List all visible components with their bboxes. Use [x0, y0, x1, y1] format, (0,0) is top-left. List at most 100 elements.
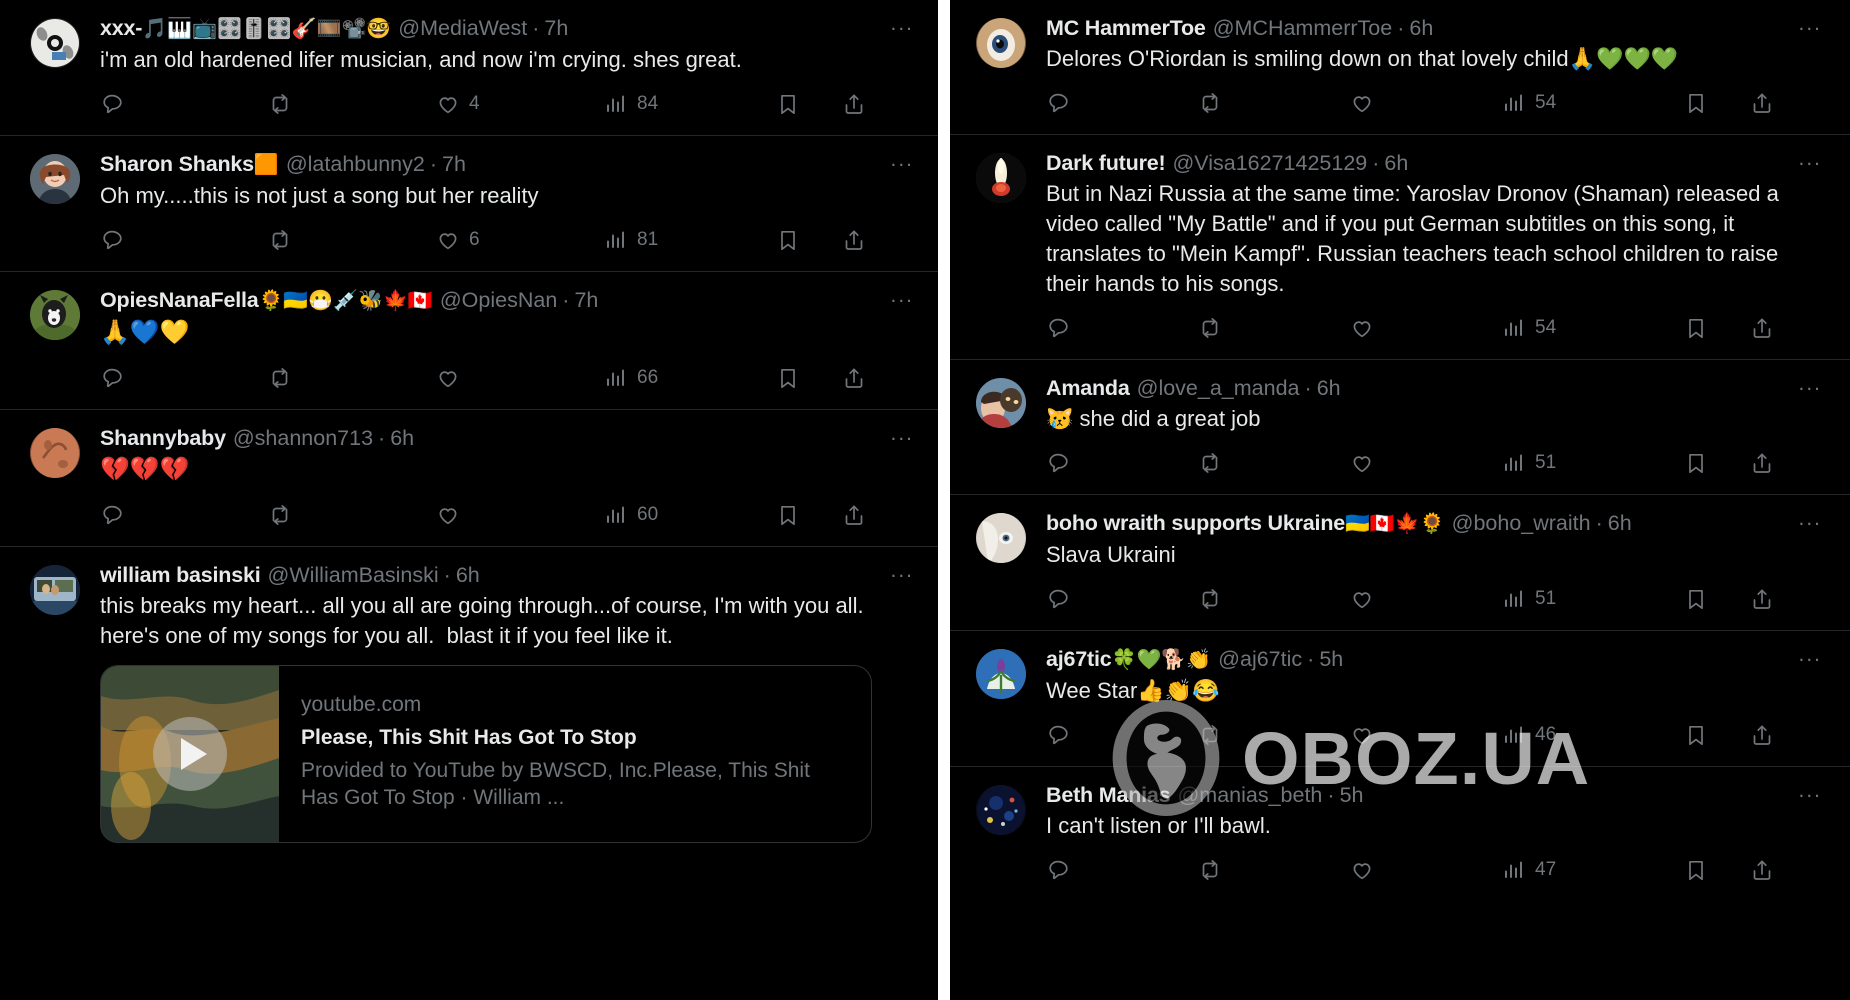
bookmark-button[interactable]: [776, 503, 800, 527]
avatar[interactable]: [976, 785, 1026, 835]
handle[interactable]: @MediaWest: [398, 14, 527, 42]
timestamp[interactable]: 7h: [442, 150, 466, 178]
bookmark-button[interactable]: [776, 92, 800, 116]
timestamp[interactable]: 6h: [1608, 509, 1632, 537]
reply-button[interactable]: [1046, 587, 1198, 611]
display-name[interactable]: boho wraith supports Ukraine: [1046, 509, 1345, 537]
share-button[interactable]: [1750, 587, 1774, 611]
handle[interactable]: @WilliamBasinski: [268, 561, 439, 589]
reply-button[interactable]: [100, 366, 268, 390]
display-name[interactable]: xxx-: [100, 14, 142, 42]
display-name[interactable]: MC HammerToe: [1046, 14, 1206, 42]
tweet[interactable]: MC HammerToe @MCHammerrToe · 6h Delores O'Ri…: [950, 0, 1850, 135]
handle[interactable]: @latahbunny2: [286, 150, 425, 178]
card-thumbnail[interactable]: [101, 666, 279, 842]
more-options-icon[interactable]: ...: [1798, 508, 1822, 529]
views-button[interactable]: 47: [1502, 858, 1684, 882]
views-button[interactable]: 46: [1502, 723, 1684, 747]
like-button[interactable]: [1350, 858, 1502, 882]
like-button[interactable]: 6: [436, 228, 604, 252]
link-preview-card[interactable]: youtube.com Please, This Shit Has Got To …: [100, 665, 872, 843]
retweet-button[interactable]: [268, 92, 436, 116]
views-button[interactable]: 51: [1502, 451, 1684, 475]
avatar[interactable]: [30, 290, 80, 340]
like-button[interactable]: 4: [436, 92, 604, 116]
reply-button[interactable]: [100, 92, 268, 116]
share-button[interactable]: [842, 503, 866, 527]
more-options-icon[interactable]: ...: [890, 423, 914, 444]
views-button[interactable]: 51: [1502, 587, 1684, 611]
avatar[interactable]: [976, 513, 1026, 563]
avatar[interactable]: [30, 565, 80, 615]
share-button[interactable]: [842, 228, 866, 252]
retweet-button[interactable]: [1198, 858, 1350, 882]
timestamp[interactable]: 7h: [544, 14, 568, 42]
display-name[interactable]: Beth Manias: [1046, 781, 1171, 809]
handle[interactable]: @boho_wraith: [1452, 509, 1591, 537]
retweet-button[interactable]: [1198, 723, 1350, 747]
bookmark-button[interactable]: [776, 228, 800, 252]
retweet-button[interactable]: [268, 228, 436, 252]
handle[interactable]: @Visa16271425129: [1172, 149, 1367, 177]
bookmark-button[interactable]: [1684, 723, 1708, 747]
bookmark-button[interactable]: [1684, 91, 1708, 115]
display-name[interactable]: Amanda: [1046, 374, 1130, 402]
like-button[interactable]: [1350, 587, 1502, 611]
avatar[interactable]: [30, 428, 80, 478]
timestamp[interactable]: 6h: [1317, 374, 1341, 402]
tweet[interactable]: Beth Manias @manias_beth · 5h I can't listen…: [950, 767, 1850, 901]
views-button[interactable]: 81: [604, 228, 776, 252]
bookmark-button[interactable]: [776, 366, 800, 390]
more-options-icon[interactable]: ...: [890, 285, 914, 306]
card-title[interactable]: Please, This Shit Has Got To Stop: [301, 724, 853, 751]
tweet[interactable]: aj67tic 🍀💚🐕👏 @aj67tic · 5h Wee Star👍👏😂 46...: [950, 631, 1850, 767]
more-options-icon[interactable]: ...: [1798, 373, 1822, 394]
timestamp[interactable]: 6h: [1384, 149, 1408, 177]
more-options-icon[interactable]: ...: [1798, 13, 1822, 34]
reply-button[interactable]: [1046, 91, 1198, 115]
handle[interactable]: @aj67tic: [1218, 645, 1302, 673]
bookmark-button[interactable]: [1684, 316, 1708, 340]
display-name[interactable]: william basinski: [100, 561, 261, 589]
bookmark-button[interactable]: [1684, 858, 1708, 882]
retweet-button[interactable]: [1198, 316, 1350, 340]
like-button[interactable]: [1350, 91, 1502, 115]
tweet[interactable]: boho wraith supports Ukraine 🇺🇦🇨🇦🍁🌻 @boho_…: [950, 495, 1850, 631]
timestamp[interactable]: 5h: [1319, 645, 1343, 673]
more-options-icon[interactable]: ...: [1798, 644, 1822, 665]
display-name[interactable]: aj67tic: [1046, 645, 1112, 673]
reply-button[interactable]: [100, 503, 268, 527]
play-icon[interactable]: [153, 717, 227, 791]
views-button[interactable]: 84: [604, 92, 776, 116]
share-button[interactable]: [1750, 723, 1774, 747]
more-options-icon[interactable]: ...: [890, 560, 914, 581]
more-options-icon[interactable]: ...: [1798, 780, 1822, 801]
share-button[interactable]: [1750, 91, 1774, 115]
share-button[interactable]: [1750, 451, 1774, 475]
tweet[interactable]: Dark future! @Visa16271425129 · 6h But in Na…: [950, 135, 1850, 360]
retweet-button[interactable]: [268, 366, 436, 390]
display-name[interactable]: Sharon Shanks: [100, 150, 254, 178]
reply-button[interactable]: [1046, 451, 1198, 475]
retweet-button[interactable]: [268, 503, 436, 527]
reply-button[interactable]: [1046, 316, 1198, 340]
tweet[interactable]: Amanda @love_a_manda · 6h 😿 she did a great …: [950, 360, 1850, 495]
more-options-icon[interactable]: ...: [1798, 148, 1822, 169]
handle[interactable]: @manias_beth: [1177, 781, 1322, 809]
handle[interactable]: @OpiesNan: [440, 286, 557, 314]
share-button[interactable]: [1750, 316, 1774, 340]
share-button[interactable]: [1750, 858, 1774, 882]
retweet-button[interactable]: [1198, 587, 1350, 611]
views-button[interactable]: 66: [604, 366, 776, 390]
more-options-icon[interactable]: ...: [890, 13, 914, 34]
avatar[interactable]: [976, 18, 1026, 68]
handle[interactable]: @MCHammerrToe: [1213, 14, 1393, 42]
more-options-icon[interactable]: ...: [890, 149, 914, 170]
timestamp[interactable]: 6h: [1409, 14, 1433, 42]
timestamp[interactable]: 7h: [574, 286, 598, 314]
share-button[interactable]: [842, 366, 866, 390]
timestamp[interactable]: 6h: [456, 561, 480, 589]
avatar[interactable]: [976, 378, 1026, 428]
avatar[interactable]: [30, 154, 80, 204]
avatar[interactable]: [30, 18, 80, 68]
